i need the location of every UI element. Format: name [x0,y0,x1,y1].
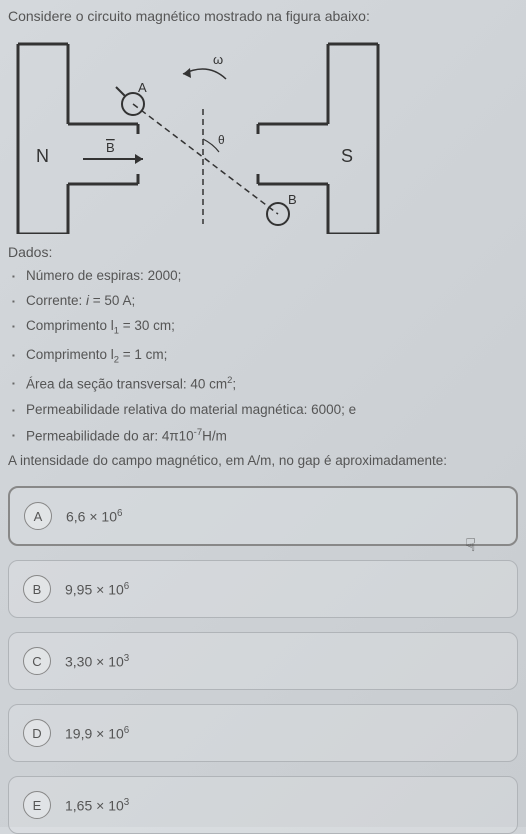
option-text-E: 1,65 × 103 [65,797,129,814]
option-letter-D: D [23,719,51,747]
data-item-l1: Comprimento l1 = 30 cm; [12,318,518,337]
data-item-area: Área da seção transversal: 40 cm2; [12,375,518,392]
option-letter-C: C [23,647,51,675]
circuit-diagram: N S B A B ω θ [8,34,388,234]
option-text-A: 6,6 × 106 [66,508,122,525]
label-theta: θ [218,133,225,147]
option-text-C: 3,30 × 103 [65,653,129,670]
question-text: A intensidade do campo magnético, em A/m… [8,453,518,468]
label-S: S [341,146,353,166]
option-letter-E: E [23,791,51,819]
label-omega: ω [213,52,223,67]
option-text-B: 9,95 × 106 [65,581,129,598]
option-B[interactable]: B 9,95 × 106 [8,560,518,618]
data-item-perm-ar: Permeabilidade do ar: 4π10-7H/m [12,427,518,444]
option-D[interactable]: D 19,9 × 106 [8,704,518,762]
option-E[interactable]: E 1,65 × 103 [8,776,518,834]
data-item-corrente: Corrente: i = 50 A; [12,293,518,308]
option-letter-B: B [23,575,51,603]
data-list: Número de espiras: 2000; Corrente: i = 5… [8,268,518,443]
label-B: B [288,192,297,207]
label-Bvec: B [106,140,115,155]
options-list: A 6,6 × 106 ☟ B 9,95 × 106 C 3,30 × 103 … [8,486,518,834]
option-text-D: 19,9 × 106 [65,725,129,742]
cursor-pointer-icon: ☟ [465,535,476,556]
option-letter-A: A [24,502,52,530]
data-item-l2: Comprimento l2 = 1 cm; [12,347,518,366]
question-title: Considere o circuito magnético mostrado … [8,8,518,24]
option-A[interactable]: A 6,6 × 106 ☟ [8,486,518,546]
data-item-espiras: Número de espiras: 2000; [12,268,518,283]
option-C[interactable]: C 3,30 × 103 [8,632,518,690]
data-heading: Dados: [8,244,518,260]
data-item-perm-rel: Permeabilidade relativa do material magn… [12,402,518,417]
label-N: N [36,146,49,166]
label-A: A [138,80,147,95]
